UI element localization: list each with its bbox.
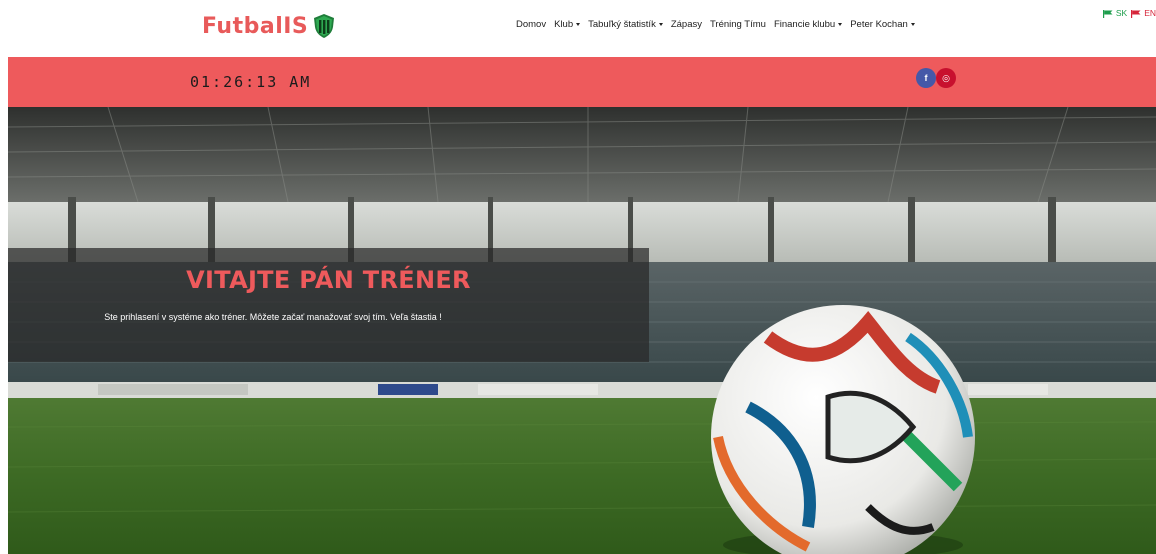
nav-item-user-menu[interactable]: Peter Kochan xyxy=(846,19,919,30)
caret-down-icon xyxy=(658,23,663,26)
flag-icon xyxy=(1131,9,1141,18)
lang-en-label: EN xyxy=(1144,8,1156,18)
flag-icon xyxy=(1102,9,1113,18)
lang-sk[interactable]: SK xyxy=(1102,8,1128,18)
navbar: FutbalIS Domov Klub Tabuľký štatistík Zá… xyxy=(0,0,1156,57)
info-bar: 01:26:13 AM f ◎ xyxy=(8,57,1156,107)
nav-item-label: Klub xyxy=(554,19,574,30)
welcome-text: Ste prihlasení v systéme ako tréner. Môž… xyxy=(104,312,442,322)
shield-logo-icon xyxy=(312,13,336,39)
social-links: f ◎ xyxy=(916,68,956,88)
welcome-panel: VITAJTE PÁN TRÉNER Ste prihlasení v syst… xyxy=(8,248,649,362)
nav-item-label: Tabuľký štatistík xyxy=(588,19,656,30)
language-switcher: SK EN xyxy=(1102,8,1156,18)
welcome-title: VITAJTE PÁN TRÉNER xyxy=(186,266,471,294)
hero-banner: VITAJTE PÁN TRÉNER Ste prihlasení v syst… xyxy=(8,107,1156,554)
nav-item-label: Domov xyxy=(516,19,547,30)
lang-sk-label: SK xyxy=(1115,8,1128,18)
brand-name: FutbalIS xyxy=(202,13,309,39)
nav-item-zapasy[interactable]: Zápasy xyxy=(667,19,706,30)
nav-item-label: Zápasy xyxy=(670,19,702,30)
facebook-icon[interactable]: f xyxy=(916,68,936,88)
nav-item-klub[interactable]: Klub xyxy=(550,19,584,30)
nav-item-label: Tréning Tímu xyxy=(709,19,766,30)
nav-item-financie-klubu[interactable]: Financie klubu xyxy=(770,19,846,30)
instagram-icon[interactable]: ◎ xyxy=(936,68,956,88)
caret-down-icon xyxy=(576,23,581,26)
nav-item-label: Financie klubu xyxy=(773,19,836,30)
nav-item-label: Peter Kochan xyxy=(850,19,908,30)
nav-item-tabulky-statistik[interactable]: Tabuľký štatistík xyxy=(584,19,667,30)
clock: 01:26:13 AM xyxy=(190,73,312,91)
brand-logo[interactable]: FutbalIS xyxy=(202,11,336,41)
lang-en[interactable]: EN xyxy=(1131,8,1156,18)
caret-down-icon xyxy=(838,23,843,26)
caret-down-icon xyxy=(910,23,915,26)
nav-item-trening-timu[interactable]: Tréning Tímu xyxy=(706,19,770,30)
main-nav: Domov Klub Tabuľký štatistík Zápasy Trén… xyxy=(512,19,919,30)
nav-item-domov[interactable]: Domov xyxy=(512,19,550,30)
